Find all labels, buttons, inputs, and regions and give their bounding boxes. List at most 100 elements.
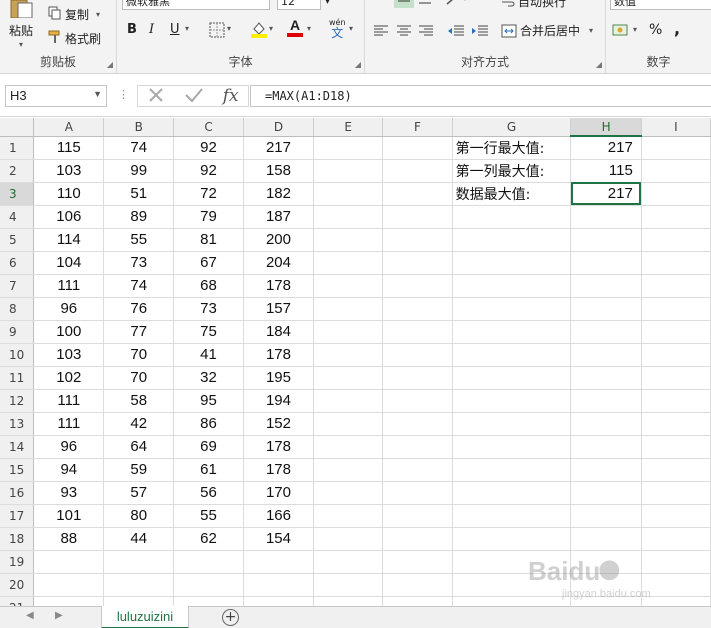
cell-c[interactable]: 92 [173,159,244,183]
cell-e[interactable] [313,458,384,482]
cell-c[interactable]: 92 [173,136,244,160]
cell-e[interactable] [313,136,384,160]
cell-g[interactable] [452,343,572,367]
row-header[interactable]: 9 [0,320,35,344]
cell-d[interactable]: 178 [243,274,315,298]
cell-h[interactable] [570,435,642,459]
column-header-h[interactable]: H [570,118,642,137]
cell-f[interactable] [382,458,453,482]
cell-f[interactable] [382,343,453,367]
cell-f[interactable] [382,182,453,206]
cell-i[interactable] [641,550,711,574]
row-header[interactable]: 3 [0,182,35,206]
cell-a[interactable]: 96 [33,435,105,459]
cell-f[interactable] [382,274,453,298]
cell-c[interactable]: 61 [173,458,244,482]
cell-c[interactable]: 69 [173,435,244,459]
cell-f[interactable] [382,136,453,160]
cell-e[interactable] [313,297,384,321]
cancel-icon[interactable] [147,86,165,107]
comma-style-button[interactable]: , [674,19,680,38]
row-header[interactable]: 20 [0,573,35,597]
cell-c[interactable]: 67 [173,251,244,275]
align-left-icon[interactable] [373,24,389,38]
cell-i[interactable] [641,251,711,275]
cell-d[interactable]: 178 [243,343,315,367]
cell-h[interactable] [570,504,642,528]
cell-d[interactable]: 184 [243,320,315,344]
middle-align-icon[interactable] [394,0,414,8]
cell-a[interactable]: 111 [33,412,105,436]
row-header[interactable]: 21 [0,596,35,606]
cell-b[interactable] [103,573,175,597]
name-box[interactable]: H3 ▼ [5,85,107,107]
cell-e[interactable] [313,412,384,436]
cell-c[interactable]: 55 [173,504,244,528]
font-name-select[interactable]: 微软雅黑 [122,0,270,10]
cell-e[interactable] [313,205,384,229]
cell-h[interactable] [570,366,642,390]
column-header-b[interactable]: B [103,118,175,137]
cell-h[interactable] [570,481,642,505]
cell-c[interactable]: 75 [173,320,244,344]
row-header[interactable]: 11 [0,366,35,390]
orientation-dropdown-icon[interactable]: ▾ [463,0,467,3]
cell-g[interactable]: 第一列最大值: [452,159,572,183]
format-painter-button[interactable]: 格式刷 [48,30,101,47]
cell-a[interactable]: 102 [33,366,105,390]
cell-c[interactable]: 62 [173,527,244,551]
align-right-icon[interactable] [418,24,434,38]
cell-d[interactable]: 154 [243,527,315,551]
cell-h[interactable] [570,596,642,606]
cell-f[interactable] [382,159,453,183]
cell-d[interactable]: 158 [243,159,315,183]
font-color-dropdown-icon[interactable]: ▾ [307,24,311,33]
cell-d[interactable]: 152 [243,412,315,436]
cell-a[interactable]: 114 [33,228,105,252]
fill-color-icon[interactable] [250,20,268,38]
clipboard-launcher-icon[interactable]: ◢ [107,60,113,69]
cell-g[interactable]: 数据最大值: [452,182,572,206]
cell-e[interactable] [313,550,384,574]
cell-a[interactable]: 103 [33,159,105,183]
border-icon[interactable] [209,22,225,38]
column-header-c[interactable]: C [173,118,244,137]
copy-button[interactable]: 复制 ▾ [48,6,100,23]
cell-d[interactable]: 166 [243,504,315,528]
cell-b[interactable]: 89 [103,205,175,229]
add-sheet-button[interactable]: + [222,609,239,626]
cell-b[interactable]: 73 [103,251,175,275]
cell-h[interactable]: 217 [570,136,642,160]
cell-b[interactable]: 99 [103,159,175,183]
cell-a[interactable]: 111 [33,274,105,298]
cell-e[interactable] [313,228,384,252]
cell-g[interactable] [452,412,572,436]
cell-e[interactable] [313,481,384,505]
cell-a[interactable]: 93 [33,481,105,505]
alignment-launcher-icon[interactable]: ◢ [596,60,602,69]
cell-i[interactable] [641,504,711,528]
row-header[interactable]: 12 [0,389,35,413]
cell-i[interactable] [641,136,711,160]
cell-b[interactable] [103,596,175,606]
cell-f[interactable] [382,435,453,459]
cell-i[interactable] [641,297,711,321]
cell-d[interactable]: 182 [243,182,315,206]
cell-i[interactable] [641,274,711,298]
cell-b[interactable]: 74 [103,136,175,160]
cell-h[interactable] [570,550,642,574]
merge-dropdown-icon[interactable]: ▾ [589,26,593,35]
cell-g[interactable] [452,366,572,390]
cell-f[interactable] [382,596,453,606]
increase-indent-icon[interactable] [471,24,489,38]
cell-d[interactable]: 217 [243,136,315,160]
cell-b[interactable]: 42 [103,412,175,436]
row-header[interactable]: 5 [0,228,35,252]
cell-a[interactable]: 106 [33,205,105,229]
cell-a[interactable] [33,550,105,574]
cell-b[interactable] [103,550,175,574]
enter-icon[interactable] [184,86,204,107]
cell-h[interactable] [570,228,642,252]
cell-a[interactable]: 110 [33,182,105,206]
row-header[interactable]: 1 [0,136,35,160]
